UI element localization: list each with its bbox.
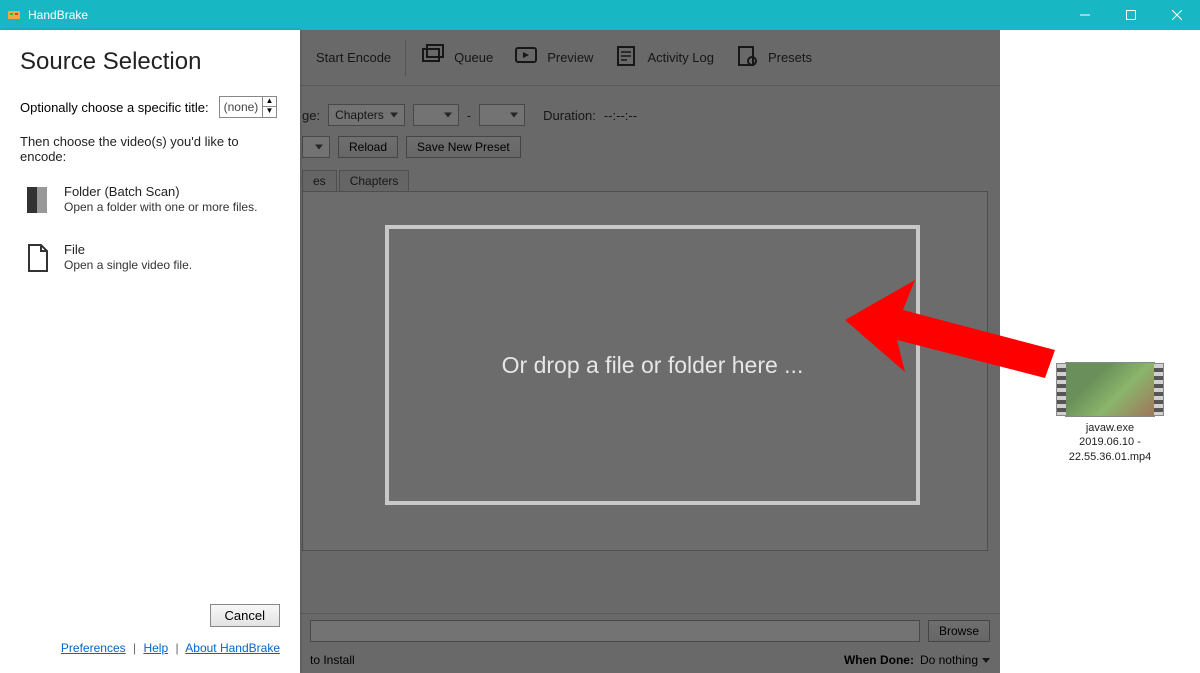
title-choice-label: Optionally choose a specific title: — [20, 100, 209, 115]
video-thumbnail-icon — [1065, 362, 1155, 417]
panel-heading: Source Selection — [20, 48, 280, 76]
folder-icon — [24, 184, 52, 216]
help-link[interactable]: Help — [143, 641, 168, 655]
close-button[interactable] — [1154, 0, 1200, 30]
minimize-button[interactable] — [1062, 0, 1108, 30]
source-file-option[interactable]: File Open a single video file. — [20, 240, 280, 276]
title-spinner[interactable]: (none) ▲▼ — [219, 96, 277, 118]
annotation-arrow — [845, 280, 1065, 395]
choose-hint: Then choose the video(s) you'd like to e… — [20, 134, 280, 164]
desktop-file[interactable]: javaw.exe 2019.06.10 - 22.55.36.01.mp4 — [1050, 362, 1170, 464]
window-titlebar: HandBrake — [0, 0, 1200, 30]
title-spinner-value: (none) — [220, 100, 263, 114]
option-subtitle: Open a folder with one or more files. — [64, 200, 257, 214]
drop-zone[interactable]: Or drop a file or folder here ... — [385, 225, 920, 505]
source-folder-option[interactable]: Folder (Batch Scan) Open a folder with o… — [20, 182, 280, 218]
file-icon — [24, 242, 52, 274]
cancel-button[interactable]: Cancel — [210, 604, 280, 627]
option-title: File — [64, 242, 192, 257]
option-title: Folder (Batch Scan) — [64, 184, 257, 199]
window-title: HandBrake — [28, 8, 1062, 22]
preferences-link[interactable]: Preferences — [61, 641, 126, 655]
file-name: javaw.exe 2019.06.10 - 22.55.36.01.mp4 — [1050, 421, 1170, 464]
drop-zone-text: Or drop a file or folder here ... — [502, 352, 804, 379]
spinner-down[interactable]: ▼ — [263, 107, 275, 117]
panel-footer-links: Preferences | Help | About HandBrake — [20, 641, 280, 655]
maximize-button[interactable] — [1108, 0, 1154, 30]
about-link[interactable]: About HandBrake — [185, 641, 280, 655]
option-subtitle: Open a single video file. — [64, 258, 192, 272]
app-icon — [6, 7, 22, 23]
source-selection-panel: Source Selection Optionally choose a spe… — [0, 30, 300, 673]
